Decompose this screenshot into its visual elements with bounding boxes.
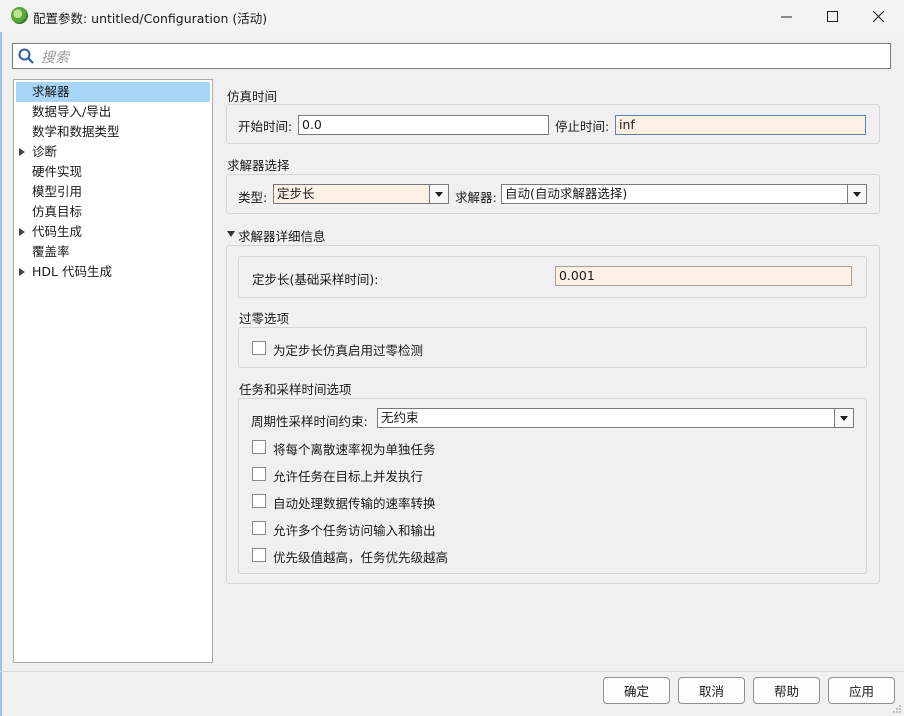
- option-label: 自动处理数据传输的速率转换: [273, 496, 436, 511]
- search-box[interactable]: 搜索: [12, 43, 891, 69]
- tree-item-coverage[interactable]: 覆盖率: [14, 242, 212, 262]
- chevron-down-icon: [435, 191, 443, 197]
- window-title: 配置参数: untitled/Configuration (活动): [33, 11, 268, 26]
- tree-item-label: 代码生成: [32, 224, 83, 239]
- solver-dropdown-button[interactable]: [847, 184, 867, 204]
- tree-item-label: 仿真目标: [32, 204, 83, 219]
- apply-button[interactable]: 应用: [828, 677, 895, 704]
- close-icon: [872, 10, 884, 22]
- tree-item-label: 数据导入/导出: [32, 104, 112, 119]
- option-checkbox-concurrent[interactable]: [252, 467, 266, 481]
- option-checkbox-priority[interactable]: [252, 548, 266, 562]
- simulink-app-icon: [11, 7, 28, 24]
- tree-item-code-generation[interactable]: 代码生成: [14, 222, 212, 242]
- tree-item-label: HDL 代码生成: [32, 264, 112, 279]
- option-label: 允许多个任务访问输入和输出: [273, 523, 436, 538]
- chevron-down-icon: [840, 415, 848, 421]
- tree-item-hardware[interactable]: 硬件实现: [14, 162, 212, 182]
- tree-item-simulation-target[interactable]: 仿真目标: [14, 202, 212, 222]
- chevron-down-icon: [853, 191, 861, 197]
- window-edge: [0, 32, 2, 716]
- close-button[interactable]: [855, 0, 901, 32]
- expand-arrow-icon[interactable]: [19, 148, 25, 156]
- solver-select-title: 求解器选择: [227, 158, 290, 173]
- resize-grip-icon[interactable]: [892, 704, 902, 714]
- tasking-title: 任务和采样时间选项: [239, 382, 352, 397]
- zero-crossing-checkbox[interactable]: [252, 341, 266, 355]
- cancel-label: 取消: [698, 684, 724, 699]
- tree-item-solver[interactable]: 求解器: [16, 82, 210, 102]
- option-label: 将每个离散速率视为单独任务: [273, 442, 436, 457]
- minimize-button[interactable]: [763, 0, 809, 32]
- tree-item-math-data-types[interactable]: 数学和数据类型: [14, 122, 212, 142]
- solver-type-dropdown-button[interactable]: [429, 184, 449, 204]
- stop-time-input[interactable]: inf: [615, 115, 866, 135]
- solver-details-title[interactable]: 求解器详细信息: [238, 226, 326, 245]
- tree-item-data-import-export[interactable]: 数据导入/导出: [14, 102, 212, 122]
- start-time-input[interactable]: 0.0: [298, 115, 549, 135]
- expand-arrow-icon[interactable]: [19, 268, 25, 276]
- solver-label: 求解器:: [455, 190, 497, 205]
- option-checkbox-separate-tasks[interactable]: [252, 440, 266, 454]
- help-button[interactable]: 帮助: [753, 677, 820, 704]
- minimize-icon: [780, 16, 792, 17]
- tree-item-model-referencing[interactable]: 模型引用: [14, 182, 212, 202]
- tree-item-label: 诊断: [32, 144, 58, 159]
- option-label: 允许任务在目标上并发执行: [273, 469, 424, 484]
- search-placeholder: 搜索: [41, 50, 69, 66]
- tree-item-label: 覆盖率: [32, 244, 70, 259]
- maximize-button[interactable]: [809, 0, 855, 32]
- category-tree: 求解器 数据导入/导出 数学和数据类型 诊断 硬件实现 模型引用 仿真目标 代码…: [13, 79, 213, 663]
- stop-time-label: 停止时间:: [555, 119, 610, 134]
- sim-time-title: 仿真时间: [227, 89, 278, 104]
- ok-button[interactable]: 确定: [603, 677, 670, 704]
- help-label: 帮助: [773, 684, 799, 699]
- title-bar: 配置参数: untitled/Configuration (活动): [0, 0, 904, 32]
- tree-item-diagnostics[interactable]: 诊断: [14, 142, 212, 162]
- periodic-constraint-dropdown-button[interactable]: [834, 408, 854, 428]
- ok-label: 确定: [623, 684, 649, 699]
- fixed-step-input[interactable]: 0.001: [555, 266, 852, 286]
- tree-item-hdl-code-generation[interactable]: HDL 代码生成: [14, 262, 212, 282]
- periodic-constraint-dropdown[interactable]: 无约束: [377, 408, 835, 428]
- maximize-icon: [826, 10, 838, 22]
- start-time-label: 开始时间:: [238, 119, 293, 134]
- apply-label: 应用: [848, 684, 874, 699]
- solver-dropdown[interactable]: 自动(自动求解器选择): [501, 184, 848, 204]
- zero-crossing-label: 为定步长仿真启用过零检测: [273, 343, 424, 358]
- collapse-arrow-icon[interactable]: [227, 231, 235, 237]
- expand-arrow-icon[interactable]: [19, 228, 25, 236]
- periodic-constraint-label: 周期性采样时间约束:: [251, 414, 368, 429]
- solver-type-label: 类型:: [238, 190, 268, 205]
- tree-item-label: 模型引用: [32, 184, 83, 199]
- cancel-button[interactable]: 取消: [678, 677, 745, 704]
- option-label: 优先级值越高，任务优先级越高: [273, 550, 449, 565]
- solver-type-dropdown[interactable]: 定步长: [273, 184, 430, 204]
- option-checkbox-multi-task-io[interactable]: [252, 521, 266, 535]
- option-checkbox-rate-transition[interactable]: [252, 494, 266, 508]
- zero-crossing-title: 过零选项: [239, 311, 290, 326]
- tree-item-label: 数学和数据类型: [32, 124, 120, 139]
- tree-item-label: 求解器: [32, 84, 70, 99]
- fixed-step-label: 定步长(基础采样时间):: [252, 272, 379, 287]
- footer-divider: [0, 671, 904, 672]
- search-icon: [18, 48, 34, 64]
- tree-item-label: 硬件实现: [32, 164, 83, 179]
